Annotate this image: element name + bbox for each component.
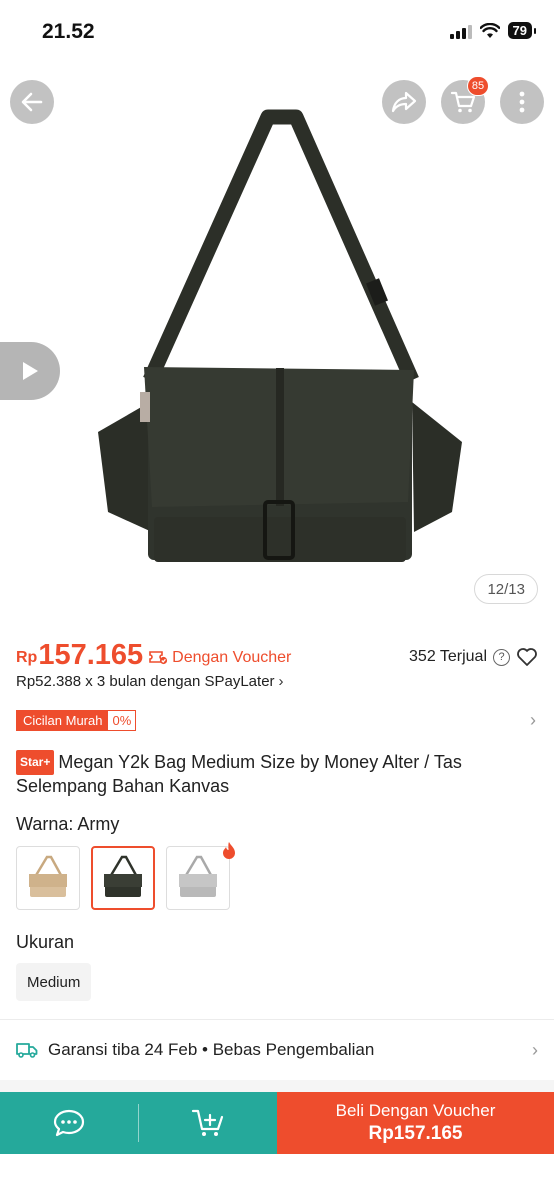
variant-label: Warna: <box>16 814 74 834</box>
home-indicator-area <box>0 1154 554 1200</box>
bag-thumbnail <box>104 855 142 897</box>
heart-icon[interactable] <box>516 647 538 667</box>
play-icon <box>23 362 38 380</box>
fire-icon <box>223 842 235 859</box>
price-row: Rp 157.165 Dengan Voucher 352 Terjual ? <box>16 638 538 672</box>
sold-count: 352 Terjual <box>409 648 487 665</box>
buy-with-voucher-button[interactable]: Beli Dengan Voucher Rp157.165 <box>277 1092 554 1154</box>
voucher-icon <box>149 651 168 665</box>
back-button[interactable] <box>10 80 54 124</box>
variant-options <box>16 842 235 910</box>
voucher-label: Dengan Voucher <box>172 649 292 666</box>
share-icon <box>391 91 417 113</box>
installment-badge[interactable]: Cicilan Murah 0% <box>16 710 137 731</box>
cart-button[interactable]: 85 <box>441 76 489 124</box>
product-image-gallery[interactable]: 85 12/13 <box>0 62 554 622</box>
installment-percent: 0% <box>112 713 132 728</box>
play-video-button[interactable] <box>0 342 60 400</box>
chevron-right-icon: › <box>532 1039 538 1060</box>
divider <box>0 1019 554 1020</box>
chat-icon <box>53 1109 85 1137</box>
price-value: 157.165 <box>38 638 144 671</box>
paylater-text: Rp52.388 x 3 bulan dengan SPayLater <box>16 673 275 690</box>
arrow-left-icon <box>21 92 43 112</box>
variant-selected: Army <box>77 814 120 834</box>
status-time: 21.52 <box>42 20 95 43</box>
product-photo <box>98 109 462 562</box>
shipping-text: Garansi tiba 24 Feb • Bebas Pengembalian <box>48 1040 375 1059</box>
signal-icon <box>449 23 472 39</box>
wifi-icon <box>479 22 500 38</box>
sold-info: 352 Terjual ? <box>409 647 538 667</box>
installment-label: Cicilan Murah <box>17 711 109 730</box>
buy-label: Beli Dengan Voucher <box>335 1101 496 1120</box>
share-button[interactable] <box>382 80 426 124</box>
more-vertical-icon <box>519 91 525 113</box>
star-plus-badge: Star+ <box>16 750 55 775</box>
size-option-medium[interactable]: Medium <box>16 963 92 1001</box>
bag-thumbnail <box>29 855 67 897</box>
shipping-info-row[interactable]: Garansi tiba 24 Feb • Bebas Pengembalian… <box>16 1030 538 1070</box>
paylater-link[interactable]: Rp52.388 x 3 bulan dengan SPayLater › <box>16 673 284 690</box>
bag-thumbnail <box>179 855 217 897</box>
variant-option-army[interactable] <box>91 846 155 910</box>
buy-price: Rp157.165 <box>368 1123 463 1144</box>
truck-icon <box>16 1043 38 1058</box>
size-label: Ukuran <box>16 932 75 952</box>
bottom-action-bar: Beli Dengan Voucher Rp157.165 <box>0 1092 554 1154</box>
more-options-button[interactable] <box>500 80 544 124</box>
battery-indicator: 79 <box>507 22 537 39</box>
price-currency: Rp <box>16 649 38 666</box>
variant-header: Warna: Army <box>16 814 119 835</box>
help-icon[interactable]: ? <box>493 648 510 666</box>
product-title: Star+ Megan Y2k Bag Medium Size by Money … <box>16 750 524 798</box>
chevron-right-icon: › <box>278 673 284 690</box>
section-separator <box>0 1080 554 1092</box>
status-bar: 21.52 79 <box>0 0 554 62</box>
status-icons: 79 <box>449 22 537 39</box>
cart-plus-icon <box>191 1109 224 1136</box>
chat-button[interactable] <box>0 1092 138 1154</box>
variant-option-grey[interactable] <box>166 842 235 910</box>
image-counter: 12/13 <box>474 574 538 604</box>
variant-option-khaki[interactable] <box>16 846 80 910</box>
bottom-left-actions <box>0 1092 277 1154</box>
cart-count-badge: 85 <box>467 76 489 96</box>
chevron-right-icon[interactable]: › <box>530 710 536 731</box>
product-title-text: Megan Y2k Bag Medium Size by Money Alter… <box>16 752 462 796</box>
add-to-cart-button[interactable] <box>139 1092 277 1154</box>
